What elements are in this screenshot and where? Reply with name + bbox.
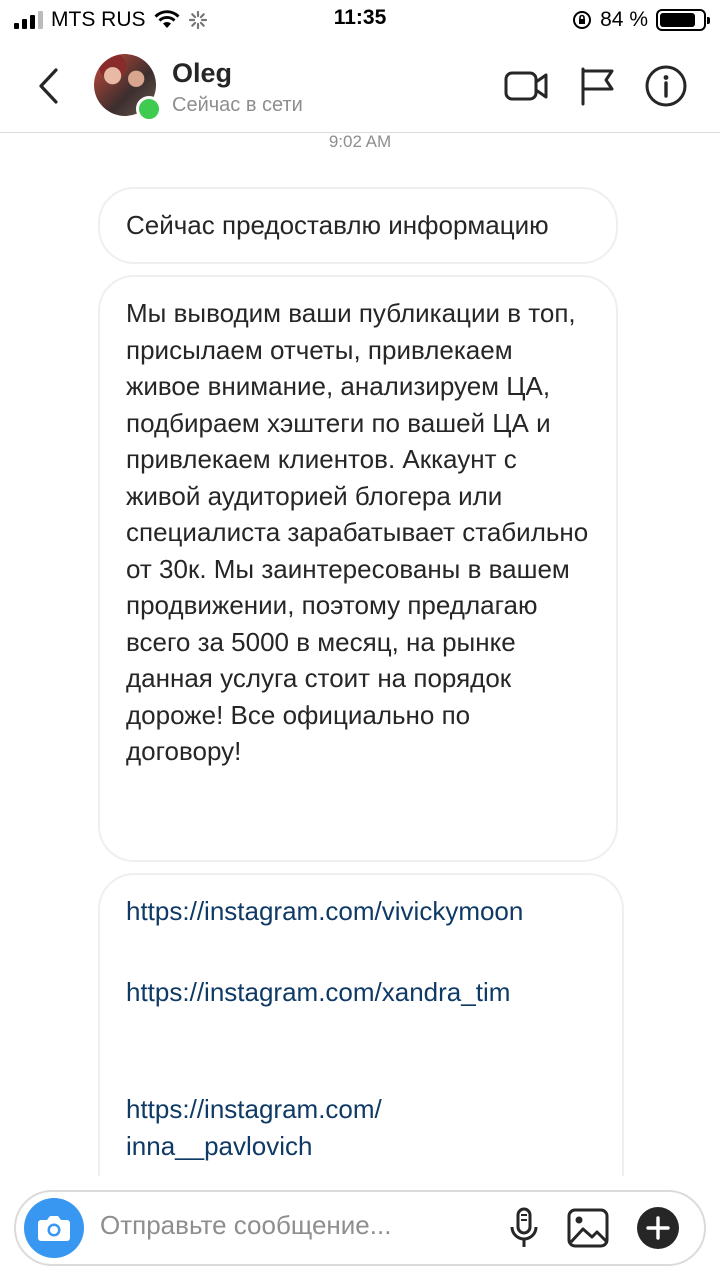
- camera-button[interactable]: [24, 1198, 84, 1258]
- message-bubble[interactable]: Сейчас предоставлю информацию: [98, 187, 618, 264]
- add-icon[interactable]: [636, 1206, 680, 1250]
- camera-icon: [38, 1216, 70, 1241]
- battery-fill: [660, 13, 696, 27]
- battery-icon: [656, 9, 710, 31]
- info-icon[interactable]: [642, 64, 690, 108]
- instagram-link[interactable]: https://instagram.com/ inna__pavlovich: [126, 1091, 426, 1164]
- flag-icon[interactable]: [574, 64, 622, 108]
- instagram-link[interactable]: https://instagram.com/xandra_tim: [126, 974, 596, 1011]
- message-text: Сейчас предоставлю информацию: [126, 210, 549, 240]
- status-right: 84 %: [572, 6, 710, 34]
- orientation-lock-icon: [573, 11, 592, 29]
- gallery-icon[interactable]: [566, 1206, 610, 1250]
- back-arrow-icon[interactable]: [30, 64, 70, 108]
- contact-name[interactable]: Oleg: [172, 58, 232, 89]
- status-bar: MTS RUS 11:35 84 %: [0, 0, 720, 40]
- presence-status: Сейчас в сети: [172, 94, 303, 116]
- microphone-icon[interactable]: [502, 1206, 546, 1250]
- battery-percent: 84 %: [600, 8, 648, 31]
- message-timestamp: 9:02 AM: [328, 132, 392, 151]
- message-bubble[interactable]: Мы выводим ваши публикации в топ, присыл…: [98, 275, 618, 862]
- message-composer: [14, 1190, 706, 1266]
- message-input[interactable]: [100, 1210, 420, 1241]
- online-indicator: [136, 96, 162, 122]
- chat-header: Oleg Сейчас в сети: [0, 40, 720, 133]
- instagram-link[interactable]: https://instagram.com/vivickymoon: [126, 893, 596, 930]
- video-call-icon[interactable]: [502, 64, 550, 108]
- message-text: Мы выводим ваши публикации в топ, присыл…: [126, 298, 589, 766]
